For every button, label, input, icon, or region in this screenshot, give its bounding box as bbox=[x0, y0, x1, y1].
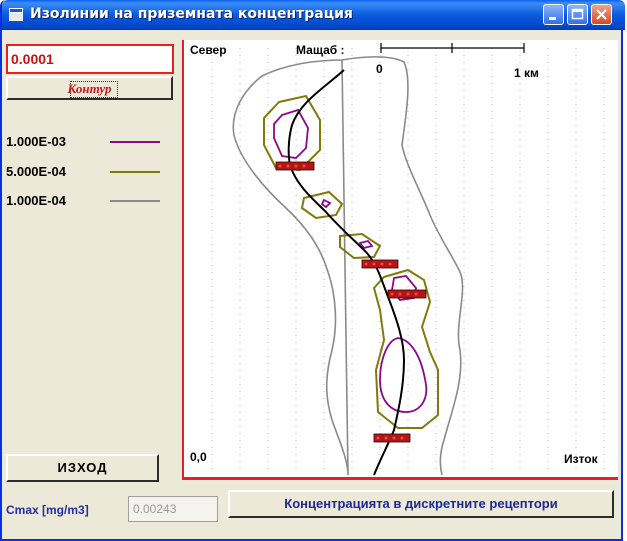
legend-item-3: 1.000E-04 bbox=[6, 193, 176, 209]
legend-label: 1.000E-03 bbox=[6, 134, 66, 149]
minimize-icon bbox=[549, 17, 556, 20]
legend-swatch-gray bbox=[110, 200, 160, 202]
maximize-button[interactable] bbox=[567, 4, 588, 25]
scale-bar bbox=[380, 43, 525, 53]
app-icon bbox=[9, 8, 23, 21]
legend-label: 1.000E-04 bbox=[6, 193, 66, 208]
contour-button-label: Контур bbox=[67, 81, 112, 96]
legend-label: 5.000E-04 bbox=[6, 164, 66, 179]
close-button[interactable] bbox=[591, 4, 612, 25]
exit-button[interactable]: ИЗХОД bbox=[6, 454, 159, 482]
receptor-markers bbox=[275, 161, 427, 443]
contour-plot-canvas bbox=[211, 43, 605, 476]
contours-5e-4 bbox=[263, 94, 439, 429]
contour-plot: Север Мащаб : 0 1 км 0,0 Изток bbox=[182, 40, 618, 480]
scale-label: Мащаб : bbox=[296, 43, 345, 57]
window-title: Изолинии на приземната концентрация bbox=[30, 6, 353, 22]
scale-zero-label: 0 bbox=[376, 62, 383, 76]
legend-item-2: 5.000E-04 bbox=[6, 164, 176, 180]
contour-value-input[interactable]: 0.0001 bbox=[6, 44, 174, 74]
north-label: Север bbox=[190, 43, 227, 57]
legend-swatch-purple bbox=[110, 141, 160, 143]
receptor-dots bbox=[278, 164, 418, 440]
legend-swatch-olive bbox=[110, 171, 160, 173]
legend-item-1: 1.000E-03 bbox=[6, 134, 176, 150]
maximize-icon bbox=[571, 8, 584, 20]
origin-label: 0,0 bbox=[190, 450, 207, 464]
contour-button[interactable]: Контур bbox=[6, 76, 173, 100]
contour-window: Изолинии на приземната концентрация 0.00… bbox=[0, 0, 625, 541]
close-icon bbox=[596, 9, 607, 20]
east-label: Изток bbox=[564, 452, 598, 466]
title-bar[interactable]: Изолинии на приземната концентрация bbox=[2, 0, 625, 30]
receptors-concentration-button[interactable]: Концентрацията в дискретните рецептори bbox=[228, 490, 614, 518]
cmax-label: Cmax [mg/m3] bbox=[6, 503, 89, 517]
minimize-button[interactable] bbox=[543, 4, 564, 25]
scale-end-label: 1 км bbox=[514, 66, 539, 80]
cmax-value-field: 0.00243 bbox=[128, 496, 218, 522]
